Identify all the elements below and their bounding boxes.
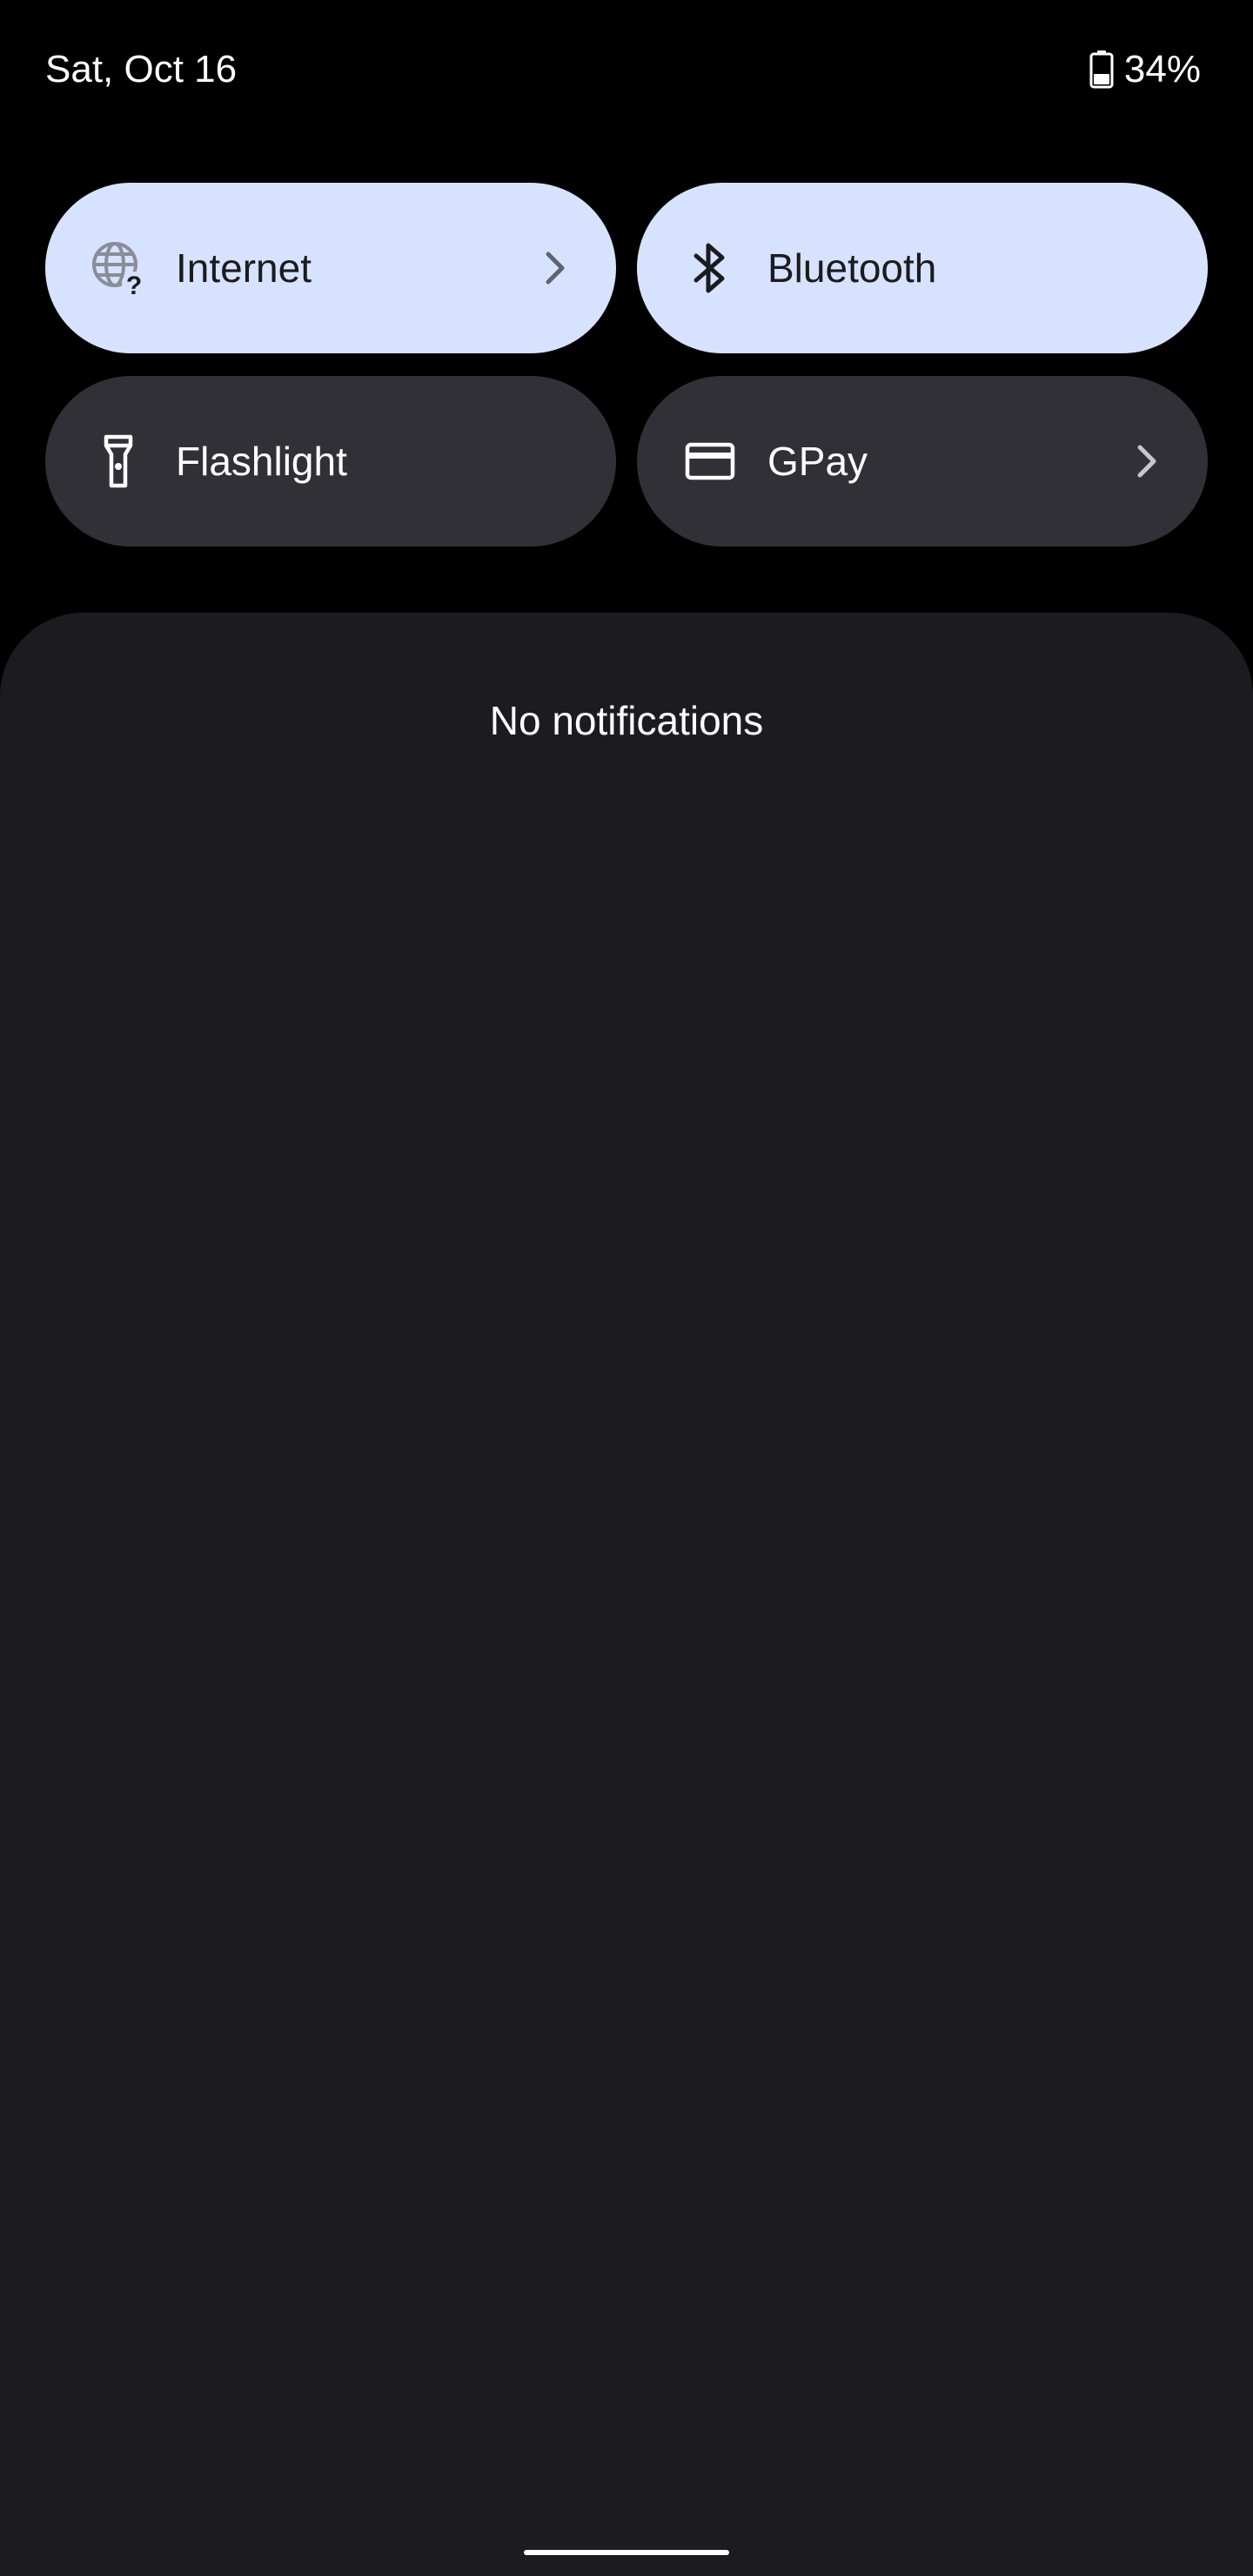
gesture-nav-handle[interactable] (524, 2550, 729, 2555)
chevron-right-icon (1129, 440, 1164, 482)
notification-shade: Sat, Oct 16 34% ? Internet Bluetooth Fla… (0, 0, 1253, 2576)
tile-flashlight-label: Flashlight (176, 439, 347, 484)
status-indicators: 34% (1089, 45, 1201, 94)
svg-text:?: ? (126, 272, 142, 296)
credit-card-icon (682, 433, 738, 489)
tile-gpay-label: GPay (767, 439, 868, 484)
tile-internet[interactable]: ? Internet (45, 183, 616, 353)
tile-bluetooth-label: Bluetooth (767, 245, 937, 291)
flashlight-icon (90, 433, 146, 489)
chevron-right-icon (538, 247, 573, 289)
tile-flashlight[interactable]: Flashlight (45, 376, 616, 547)
bluetooth-icon (682, 240, 738, 296)
notification-panel (0, 613, 1253, 2576)
status-bar: Sat, Oct 16 34% (0, 0, 1253, 139)
tile-gpay[interactable]: GPay (637, 376, 1208, 547)
no-notifications-text: No notifications (489, 698, 764, 743)
battery-icon (1089, 50, 1114, 89)
tile-bluetooth[interactable]: Bluetooth (637, 183, 1208, 353)
tile-internet-label: Internet (176, 245, 312, 291)
battery-percent: 34% (1123, 48, 1201, 91)
status-date[interactable]: Sat, Oct 16 (45, 45, 237, 94)
globe-question-icon: ? (90, 240, 146, 296)
